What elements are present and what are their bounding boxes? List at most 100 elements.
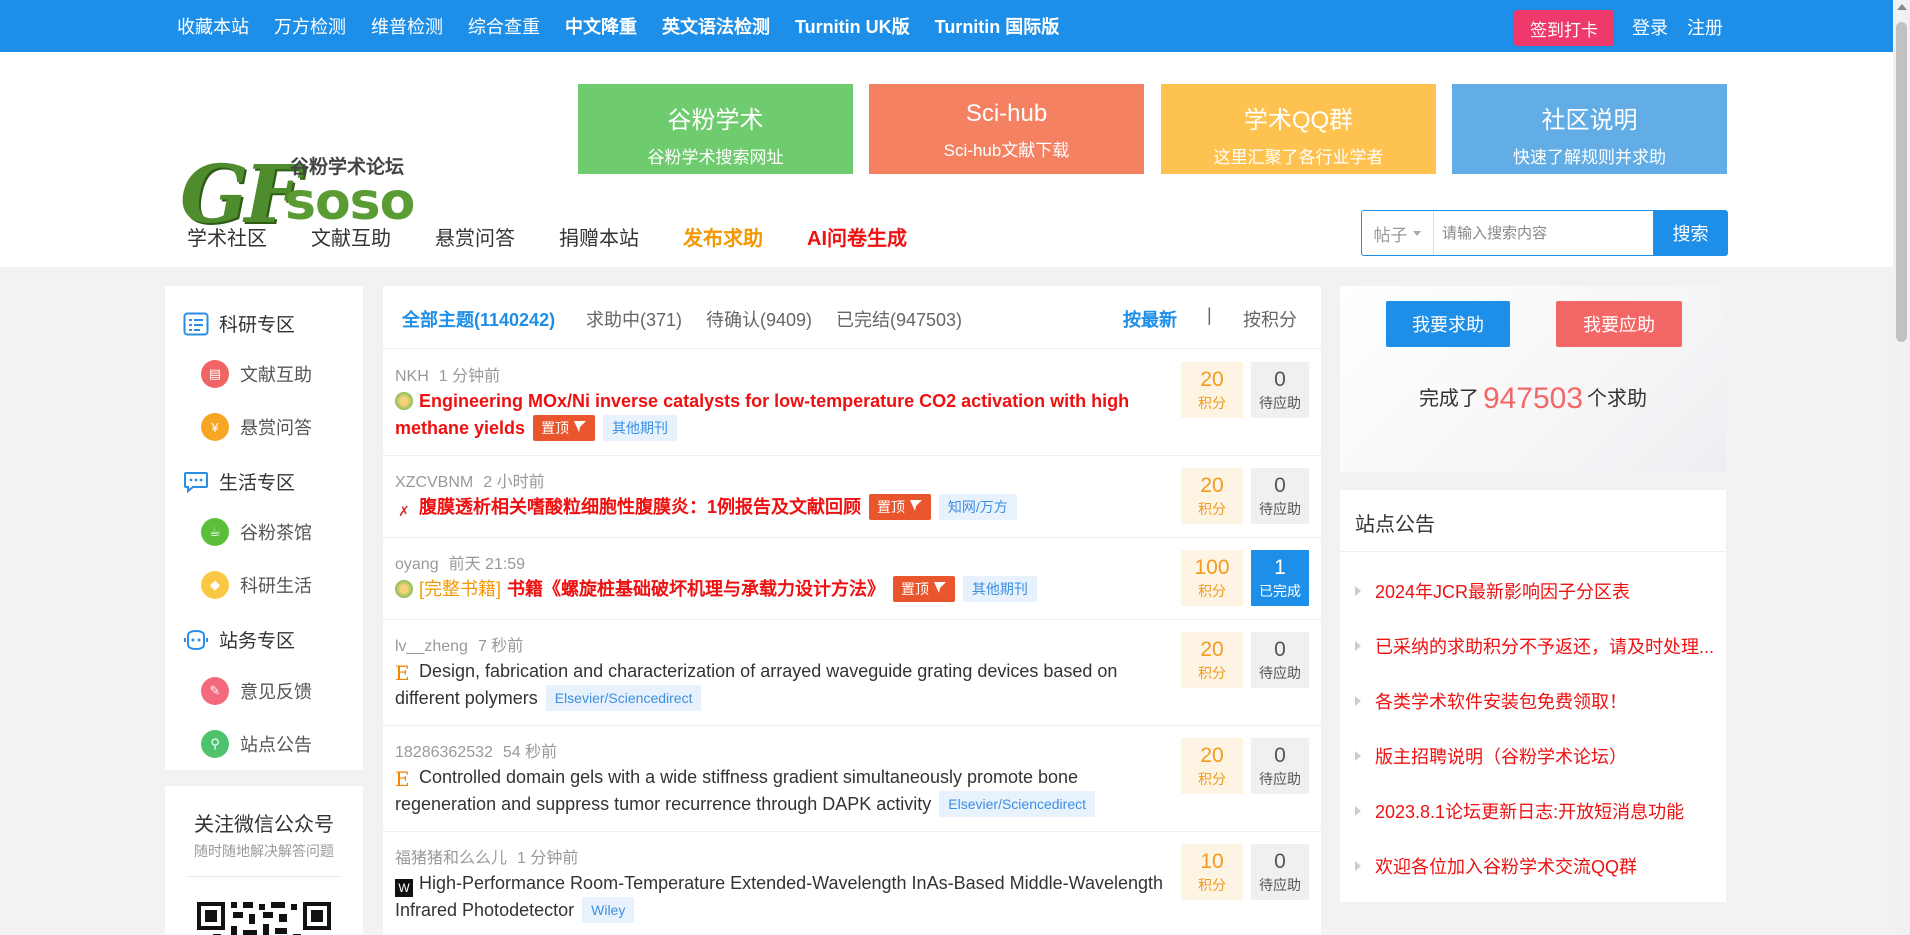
response-count: 0 [1274, 850, 1286, 873]
nav-academic-community[interactable]: 学术社区 [187, 222, 267, 251]
nav-donate[interactable]: 捐赠本站 [559, 222, 639, 251]
thread-author[interactable]: XZCVBNM [395, 474, 473, 491]
pin-icon [909, 500, 922, 511]
nav-ai-survey[interactable]: AI问卷生成 [807, 222, 907, 251]
source-tag[interactable]: 知网/万方 [938, 494, 1017, 520]
thread-row[interactable]: oyang 前天 21:59 [完整书籍] 书籍《螺旋桩基础破坏机理与承载力设计方法… [383, 538, 1321, 620]
announcement-text: 各类学术软件安装包免费领取！ [1375, 692, 1627, 712]
sidebar-section-life[interactable]: 生活专区 [183, 468, 295, 495]
pinned-badge: 置顶 [869, 494, 931, 520]
nav-literature-help[interactable]: 文献互助 [311, 222, 391, 251]
source-tag[interactable]: Elsevier/Sciencedirect [545, 685, 702, 711]
announcement-text: 2024年JCR最新影响因子分区表 [1375, 582, 1631, 602]
nav-bounty-qa[interactable]: 悬赏问答 [435, 222, 515, 251]
thread-row[interactable]: XZCVBNM 2 小时前 ✗ 腹膜透析相关嗜酸粒细胞性腹膜炎：1例报告及文献回顾置… [383, 456, 1321, 538]
thread-title[interactable]: [完整书籍] 书籍《螺旋桩基础破坏机理与承载力设计方法》 置顶 其他期刊 [395, 576, 1165, 603]
search-type-select[interactable]: 帖子 [1362, 211, 1434, 255]
search-button[interactable]: 搜索 [1653, 210, 1728, 256]
response-box: 0 待应助 [1251, 468, 1309, 524]
thread-author[interactable]: lv__zheng [395, 638, 468, 655]
top-link-turnitin-uk[interactable]: Turnitin UK版 [795, 13, 910, 39]
announcement-item[interactable]: 版主招聘说明（谷粉学术论坛） [1355, 743, 1627, 769]
announcement-item[interactable]: 已采纳的求助积分不予返还，请及时处理... [1355, 633, 1714, 659]
wechat-title: 关注微信公众号 [194, 814, 334, 836]
banner-scihub[interactable]: Sci-hub Sci-hub文献下载 [869, 84, 1144, 174]
banner-subtitle: 谷粉学术搜索网址 [647, 148, 784, 167]
thread-row[interactable]: 福猪猪和么么儿 1 分钟前 W High-Performance Room-Temp… [383, 832, 1321, 935]
nav-post-request[interactable]: 发布求助 [683, 222, 763, 251]
document-icon: ▤ [201, 360, 229, 388]
search-input[interactable] [1442, 211, 1642, 255]
tab-all[interactable]: 全部主题(1140242) [402, 306, 555, 332]
sidebar-section-site[interactable]: 站务专区 [183, 626, 295, 653]
top-link-rewrite[interactable]: 中文降重 [565, 13, 637, 39]
banner-qq-group[interactable]: 学术QQ群 这里汇聚了各行业学者 [1161, 84, 1436, 174]
thread-row[interactable]: 18286362532 54 秒前 E Controlled domain gels… [383, 726, 1321, 832]
caret-right-icon [1355, 586, 1361, 596]
banner-subtitle: 快速了解规则并求助 [1513, 148, 1666, 167]
thread-title[interactable]: ✗ 腹膜透析相关嗜酸粒细胞性腹膜炎：1例报告及文献回顾 置顶 知网/万方 [395, 494, 1165, 521]
sort-score-button[interactable]: 按积分 [1243, 306, 1297, 332]
banner-community-guide[interactable]: 社区说明 快速了解规则并求助 [1452, 84, 1727, 174]
response-label: 已完成 [1259, 583, 1301, 599]
top-link-wanfang[interactable]: 万方检测 [274, 13, 346, 39]
source-tag[interactable]: Wiley [582, 897, 635, 923]
announcement-item[interactable]: 2023.8.1论坛更新日志:开放短消息功能 [1355, 798, 1684, 824]
sidebar-item-announcements[interactable]: ⚲ 站点公告 [201, 730, 312, 758]
box-icon: ◆ [201, 571, 229, 599]
login-link[interactable]: 登录 [1632, 14, 1668, 40]
register-link[interactable]: 注册 [1687, 14, 1723, 40]
thread-title-text: High-Performance Room-Temperature Extend… [395, 873, 1164, 920]
divider [1340, 551, 1726, 552]
thread-author[interactable]: 18286362532 [395, 744, 493, 761]
top-link-grammar[interactable]: 英文语法检测 [662, 13, 770, 39]
top-link-bookmark[interactable]: 收藏本站 [177, 13, 249, 39]
tab-pending[interactable]: 待确认(9409) [706, 306, 812, 332]
sidebar-item-label: 科研生活 [240, 576, 312, 596]
thread-author[interactable]: NKH [395, 368, 429, 385]
sidebar-item-teahouse[interactable]: ☕ 谷粉茶馆 [201, 518, 312, 546]
thread-title[interactable]: E Design, fabrication and characterizatio… [395, 658, 1165, 712]
thread-title-text: 书籍《螺旋桩基础破坏机理与承载力设计方法》 [507, 579, 886, 599]
thread-prefix: [完整书籍] [419, 579, 502, 599]
thread-author[interactable]: oyang [395, 556, 439, 573]
announcement-item[interactable]: 各类学术软件安装包免费领取！ [1355, 688, 1627, 714]
top-link-plagiarism[interactable]: 综合查重 [468, 13, 540, 39]
sidebar-item-feedback[interactable]: ✎ 意见反馈 [201, 677, 312, 705]
thread-title[interactable]: E Controlled domain gels with a wide stif… [395, 764, 1165, 818]
announcement-item[interactable]: 欢迎各位加入谷粉学术交流QQ群 [1355, 853, 1637, 879]
running-icon: ✗ [395, 502, 413, 520]
thread-title[interactable]: Engineering MOx/Ni inverse catalysts for… [395, 388, 1165, 442]
source-tag[interactable]: 其他期刊 [962, 576, 1037, 602]
banner-gufen-scholar[interactable]: 谷粉学术 谷粉学术搜索网址 [578, 84, 853, 174]
scrollbar-thumb[interactable] [1896, 22, 1907, 342]
offer-help-button[interactable]: 我要应助 [1556, 301, 1682, 347]
announcement-item[interactable]: 2024年JCR最新影响因子分区表 [1355, 578, 1630, 604]
tab-seeking[interactable]: 求助中(371) [586, 306, 682, 332]
thread-row[interactable]: lv__zheng 7 秒前 E Design, fabrication and c… [383, 620, 1321, 726]
source-tag[interactable]: Elsevier/Sciencedirect [939, 791, 1096, 817]
thread-title-text: Engineering MOx/Ni inverse catalysts for… [395, 391, 1130, 438]
thread-row[interactable]: NKH 1 分钟前 Engineering MOx/Ni inverse cata… [383, 350, 1321, 456]
sidebar-item-research-life[interactable]: ◆ 科研生活 [201, 571, 312, 599]
top-nav: 收藏本站 万方检测 维普检测 综合查重 中文降重 英文语法检测 Turnitin… [177, 0, 1084, 52]
thread-meta: NKH 1 分钟前 [395, 362, 500, 386]
checkin-button[interactable]: 签到打卡 [1514, 10, 1614, 46]
caret-right-icon [1355, 641, 1361, 651]
top-link-vip[interactable]: 维普检测 [371, 13, 443, 39]
sidebar-item-bounty[interactable]: ¥ 悬赏问答 [201, 413, 312, 441]
announcement-text: 2023.8.1论坛更新日志:开放短消息功能 [1375, 802, 1685, 822]
source-tag[interactable]: 其他期刊 [602, 415, 677, 441]
sidebar-section-research[interactable]: 科研专区 [183, 310, 295, 337]
thread-title[interactable]: W High-Performance Room-Temperature Exten… [395, 870, 1165, 924]
sidebar-item-literature[interactable]: ▤ 文献互助 [201, 360, 312, 388]
response-label: 待应助 [1259, 501, 1301, 517]
tab-done[interactable]: 已完结(947503) [836, 306, 962, 332]
site-logo[interactable]: GF 谷粉学术论坛 soso [180, 97, 420, 241]
top-link-turnitin-intl[interactable]: Turnitin 国际版 [935, 13, 1060, 39]
ask-help-button[interactable]: 我要求助 [1386, 301, 1510, 347]
sort-newest-button[interactable]: 按最新 [1123, 306, 1177, 332]
score-box: 20 积分 [1181, 738, 1243, 794]
scroll-up-icon[interactable] [1897, 4, 1907, 10]
thread-author[interactable]: 福猪猪和么么儿 [395, 850, 507, 867]
